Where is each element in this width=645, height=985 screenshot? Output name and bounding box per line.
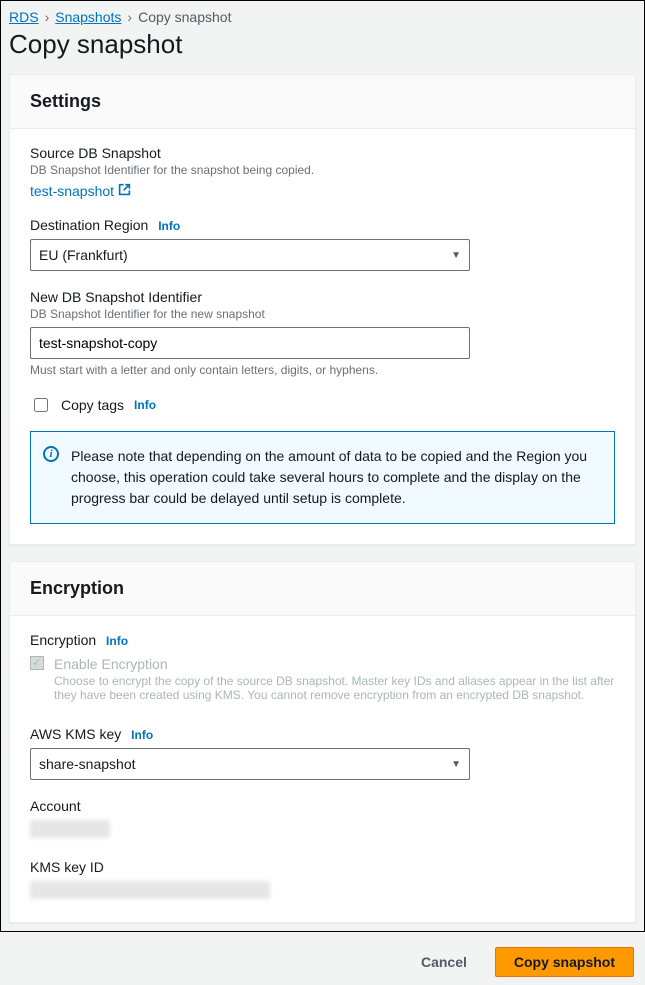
source-snapshot-field: Source DB Snapshot DB Snapshot Identifie… (30, 145, 615, 199)
kms-key-value: share-snapshot (39, 756, 136, 772)
settings-panel: Settings Source DB Snapshot DB Snapshot … (9, 74, 636, 545)
kms-key-label-row: AWS KMS key Info (30, 726, 615, 742)
breadcrumb: RDS › Snapshots › Copy snapshot (1, 1, 644, 29)
breadcrumb-link-snapshots[interactable]: Snapshots (55, 9, 121, 25)
account-field: Account (30, 798, 615, 841)
page-title: Copy snapshot (1, 29, 644, 74)
external-link-icon (118, 183, 131, 199)
enable-encryption-label: Enable Encryption (54, 656, 615, 672)
destination-region-label: Destination Region Info (30, 217, 615, 233)
new-snapshot-id-label: New DB Snapshot Identifier (30, 289, 615, 305)
duration-notice: i Please note that depending on the amou… (30, 431, 615, 524)
new-snapshot-id-input[interactable] (30, 327, 470, 359)
copy-tags-field: Copy tags Info (30, 395, 615, 415)
enable-encryption-hint: Choose to encrypt the copy of the source… (54, 674, 615, 702)
info-icon: i (43, 446, 59, 462)
copy-tags-info-link[interactable]: Info (134, 398, 156, 412)
breadcrumb-link-rds[interactable]: RDS (9, 9, 39, 25)
duration-notice-text: Please note that depending on the amount… (71, 448, 587, 506)
destination-region-info-link[interactable]: Info (158, 219, 180, 233)
kms-key-select[interactable]: share-snapshot ▼ (30, 748, 470, 780)
source-snapshot-link[interactable]: test-snapshot (30, 183, 131, 199)
source-snapshot-hint: DB Snapshot Identifier for the snapshot … (30, 163, 615, 177)
kms-key-info-link[interactable]: Info (131, 728, 153, 742)
new-snapshot-id-hint: DB Snapshot Identifier for the new snaps… (30, 307, 615, 321)
account-label: Account (30, 798, 615, 814)
new-snapshot-id-help: Must start with a letter and only contai… (30, 363, 615, 377)
footer-actions: Cancel Copy snapshot (1, 939, 644, 985)
chevron-right-icon: › (45, 9, 50, 25)
enable-encryption-checkbox (30, 656, 44, 670)
enable-encryption-row: Enable Encryption Choose to encrypt the … (30, 656, 615, 708)
chevron-right-icon: › (127, 9, 132, 25)
copy-tags-checkbox[interactable] (34, 398, 48, 412)
encryption-label-row: Encryption Info (30, 632, 615, 648)
copy-tags-label: Copy tags (61, 397, 124, 413)
encryption-info-link[interactable]: Info (106, 634, 128, 648)
account-value-redacted (30, 820, 110, 838)
settings-header: Settings (10, 75, 635, 129)
source-snapshot-link-text: test-snapshot (30, 183, 114, 199)
kms-key-id-field: KMS key ID (30, 859, 615, 902)
caret-down-icon: ▼ (451, 759, 461, 770)
kms-key-id-label: KMS key ID (30, 859, 615, 875)
caret-down-icon: ▼ (451, 250, 461, 261)
cancel-button[interactable]: Cancel (403, 947, 485, 977)
encryption-panel: Encryption Encryption Info Enable Encryp… (9, 561, 636, 923)
kms-key-id-value-redacted (30, 881, 270, 899)
copy-snapshot-button[interactable]: Copy snapshot (495, 947, 634, 977)
source-snapshot-label: Source DB Snapshot (30, 145, 615, 161)
breadcrumb-current: Copy snapshot (138, 9, 231, 25)
encryption-field: Encryption Info Enable Encryption Choose… (30, 632, 615, 708)
encryption-header: Encryption (10, 562, 635, 616)
kms-key-field: AWS KMS key Info share-snapshot ▼ (30, 726, 615, 780)
destination-region-field: Destination Region Info EU (Frankfurt) ▼ (30, 217, 615, 271)
destination-region-select[interactable]: EU (Frankfurt) ▼ (30, 239, 470, 271)
destination-region-value: EU (Frankfurt) (39, 247, 128, 263)
new-snapshot-id-field: New DB Snapshot Identifier DB Snapshot I… (30, 289, 615, 377)
